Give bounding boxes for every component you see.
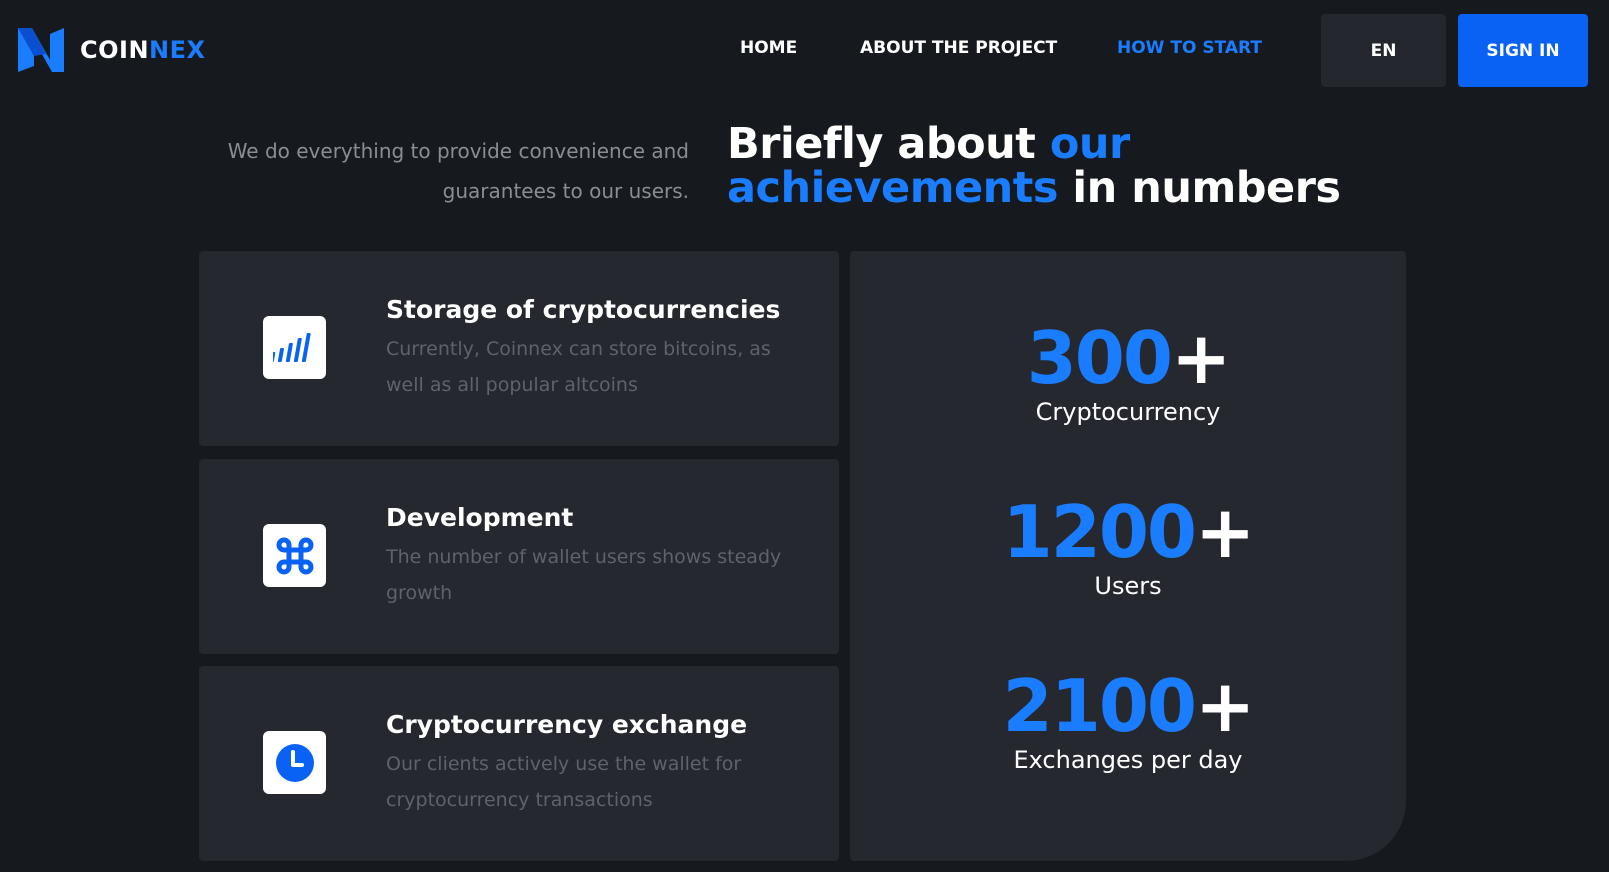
language-button[interactable]: EN — [1321, 14, 1446, 87]
nav-home[interactable]: HOME — [740, 38, 797, 58]
feature-card-storage: Storage of cryptocurrencies Currently, C… — [199, 251, 839, 446]
feature-card-exchange: Cryptocurrency exchange Our clients acti… — [199, 666, 839, 861]
nav-how-to-start[interactable]: HOW TO START — [1117, 38, 1262, 58]
logo-text: COINNEX — [80, 36, 206, 64]
stat-value: 300 — [1026, 316, 1173, 400]
feature-title: Storage of cryptocurrencies — [386, 295, 781, 324]
stat-number: 2100+ — [850, 666, 1406, 746]
section-headline: Briefly about our achievements in number… — [727, 122, 1387, 210]
sign-in-button[interactable]: SIGN IN — [1458, 14, 1588, 87]
stat-suffix: + — [1195, 490, 1255, 574]
stat-value: 2100 — [1002, 664, 1197, 748]
nav-about-the-project[interactable]: ABOUT THE PROJECT — [860, 38, 1057, 58]
stat-label: Users — [1094, 572, 1162, 600]
stat-value: 1200 — [1002, 490, 1197, 574]
logo[interactable]: COINNEX — [16, 26, 206, 74]
headline-part1: Briefly about — [727, 119, 1050, 169]
coinnex-logo-icon — [18, 28, 64, 72]
stat-number: 300+ — [850, 318, 1406, 398]
command-icon — [276, 537, 313, 574]
feature-icon-box — [263, 731, 326, 794]
logo-text-part2: NEX — [149, 36, 206, 64]
stat-cryptocurrency: 300+ Cryptocurrency — [850, 318, 1406, 426]
stat-exchanges-per-day: 2100+ Exchanges per day — [850, 666, 1406, 774]
stat-suffix: + — [1170, 316, 1231, 400]
stat-number: 1200+ — [850, 492, 1406, 572]
headline-part3: in numbers — [1057, 163, 1341, 213]
feature-card-development: Development The number of wallet users s… — [199, 459, 839, 654]
feature-icon-box — [263, 524, 326, 587]
stat-label: Cryptocurrency — [1035, 398, 1221, 426]
feature-description: The number of wallet users shows steady … — [386, 546, 782, 604]
feature-description: Our clients actively use the wallet for … — [386, 753, 742, 811]
stat-users: 1200+ Users — [850, 492, 1406, 600]
feature-icon-box — [263, 316, 326, 379]
clock-icon — [275, 743, 314, 782]
feature-title: Cryptocurrency exchange — [386, 710, 748, 739]
signal-bars-icon — [272, 332, 311, 362]
feature-description: Currently, Coinnex can store bitcoins, a… — [386, 338, 771, 396]
page: COINNEX HOME ABOUT THE PROJECT HOW TO ST… — [0, 0, 1609, 872]
intro-subtitle: We do everything to provide convenience … — [227, 139, 689, 203]
stat-label: Exchanges per day — [1013, 746, 1243, 774]
stat-suffix: + — [1195, 664, 1255, 748]
logo-text-part1: COIN — [80, 36, 150, 64]
feature-title: Development — [386, 503, 574, 532]
